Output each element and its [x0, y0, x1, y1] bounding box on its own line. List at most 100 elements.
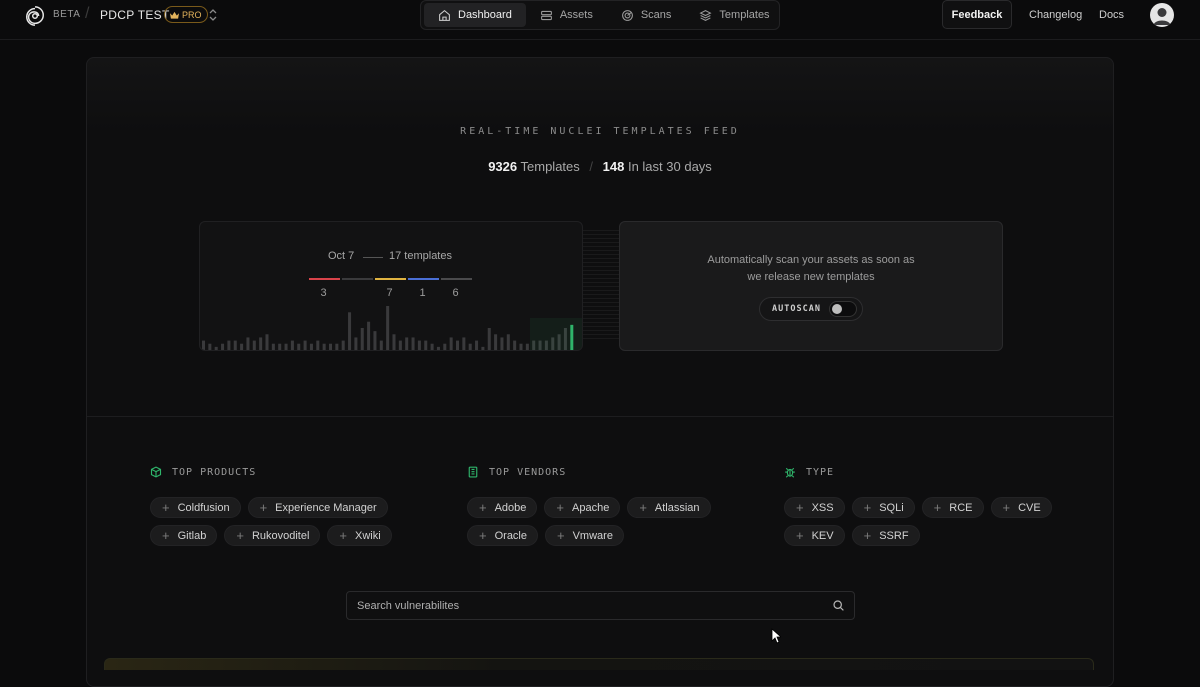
chart-bar[interactable] [500, 337, 504, 350]
chart-bar[interactable] [322, 343, 326, 350]
chart-bar[interactable] [329, 343, 332, 350]
type-chip[interactable]: + SQLi [851, 497, 915, 518]
product-chip[interactable]: + Gitlab [150, 525, 218, 546]
chart-bar[interactable] [373, 331, 377, 350]
chart-bar[interactable] [468, 343, 472, 350]
chart-bar[interactable] [348, 312, 352, 350]
tab-dashboard[interactable]: Dashboard [424, 3, 526, 27]
plus-icon: + [863, 528, 872, 543]
chart-bar[interactable] [354, 337, 358, 350]
avatar[interactable] [1150, 3, 1174, 27]
docs-link[interactable]: Docs [1099, 9, 1124, 21]
plus-icon: + [1002, 500, 1011, 515]
layers-icon [699, 9, 712, 21]
vendor-chip[interactable]: + Atlassian [627, 497, 711, 518]
chart-bar[interactable] [386, 306, 390, 350]
chart-bar[interactable] [303, 340, 307, 350]
chart-bar[interactable] [202, 340, 205, 350]
vendor-chip[interactable]: + Apache [544, 497, 621, 518]
radar-icon [621, 9, 633, 21]
breakdown-segment [309, 278, 340, 280]
chart-bar[interactable] [449, 337, 453, 350]
vendor-chip[interactable]: + Oracle [467, 525, 538, 546]
chart-bar[interactable] [525, 343, 529, 350]
chart-bar[interactable] [506, 334, 510, 350]
chart-bar[interactable] [278, 343, 282, 350]
chart-bar[interactable] [430, 343, 434, 350]
chart-bar[interactable] [519, 343, 523, 350]
chart-bar[interactable] [309, 343, 313, 350]
chart-bar[interactable] [462, 337, 466, 350]
chart-bar[interactable] [246, 337, 250, 350]
chart-bar[interactable] [208, 343, 212, 350]
chart-bar[interactable] [367, 321, 371, 350]
type-chip[interactable]: + CVE [990, 497, 1052, 518]
product-chip[interactable]: + Rukovoditel [224, 525, 321, 546]
type-list: + XSS + SQLi + RCE + CVE + KEV + SSRF [784, 497, 1064, 546]
chart-bar[interactable] [360, 328, 364, 350]
changelog-link[interactable]: Changelog [1029, 9, 1082, 21]
type-chip[interactable]: + XSS [784, 497, 845, 518]
chart-bar[interactable] [240, 343, 244, 350]
chart-bar[interactable] [436, 346, 440, 350]
type-chip-label: CVE [1018, 501, 1041, 514]
top-products-list: + Coldfusion + Experience Manager + Gitlab + Ru… [150, 497, 450, 546]
search-box [346, 591, 855, 620]
type-chip[interactable]: + RCE [921, 497, 984, 518]
chart-bar[interactable] [259, 337, 263, 350]
tab-templates[interactable]: Templates [685, 3, 783, 27]
chart-bar[interactable] [405, 337, 409, 350]
chart-bar[interactable] [424, 340, 428, 350]
tab-assets[interactable]: Assets [526, 3, 607, 27]
recent-templates-label: In last 30 days [627, 159, 712, 174]
chart-bar[interactable] [290, 340, 294, 350]
product-chip[interactable]: + Experience Manager [247, 497, 388, 518]
chart-bar[interactable] [271, 343, 275, 350]
chart-bar[interactable] [341, 340, 345, 350]
vendor-chip[interactable]: + Vmware [545, 525, 624, 546]
chart-bar[interactable] [494, 334, 498, 350]
chart-bar[interactable] [417, 340, 421, 350]
projectdiscovery-logo-icon[interactable] [24, 5, 46, 27]
chart-glow [530, 318, 582, 350]
chart-bar[interactable] [265, 334, 269, 350]
autoscan-toggle-pill[interactable]: AUTOSCAN [759, 297, 863, 321]
vendor-chip[interactable]: + Adobe [467, 497, 538, 518]
search-icon[interactable] [832, 599, 845, 612]
chart-bar[interactable] [221, 343, 225, 350]
chart-bar[interactable] [316, 340, 320, 350]
chart-bar[interactable] [379, 340, 383, 350]
chart-bar[interactable] [487, 328, 491, 350]
chart-bar[interactable] [297, 343, 301, 350]
chart-bar[interactable] [227, 340, 231, 350]
chart-bar[interactable] [284, 343, 288, 350]
feedback-button[interactable]: Feedback [942, 0, 1012, 29]
product-chip[interactable]: + Coldfusion [150, 497, 241, 518]
chart-bar[interactable] [443, 343, 447, 350]
chart-bar[interactable] [411, 337, 415, 350]
box-icon [150, 466, 162, 478]
project-name[interactable]: PDCP TEST [100, 8, 170, 22]
chart-bar[interactable] [335, 343, 339, 350]
autoscan-toggle[interactable] [828, 301, 857, 317]
vendor-chip-label: Oracle [494, 529, 527, 542]
feed-stats: 9326 Templates / 148 In last 30 days [87, 159, 1113, 174]
type-chip[interactable]: + SSRF [851, 525, 920, 546]
plan-badge-label: PRO [182, 9, 202, 20]
plus-icon: + [639, 500, 647, 515]
type-chip[interactable]: + KEV [784, 525, 845, 546]
templates-bar-chart[interactable]: 3 7 1 6 [200, 222, 583, 351]
chevron-up-down-icon[interactable] [208, 8, 218, 22]
product-chip[interactable]: + Xwiki [327, 525, 392, 546]
chart-bar[interactable] [513, 340, 517, 350]
chart-bar[interactable] [481, 346, 485, 350]
chart-bar[interactable] [475, 340, 479, 350]
chart-bar[interactable] [456, 340, 459, 350]
chart-bar[interactable] [252, 340, 256, 350]
chart-bar[interactable] [214, 346, 218, 350]
tab-scans[interactable]: Scans [607, 3, 686, 27]
chart-bar[interactable] [233, 340, 237, 350]
chart-bar[interactable] [398, 340, 402, 350]
search-input[interactable] [347, 592, 817, 619]
chart-bar[interactable] [392, 334, 396, 350]
